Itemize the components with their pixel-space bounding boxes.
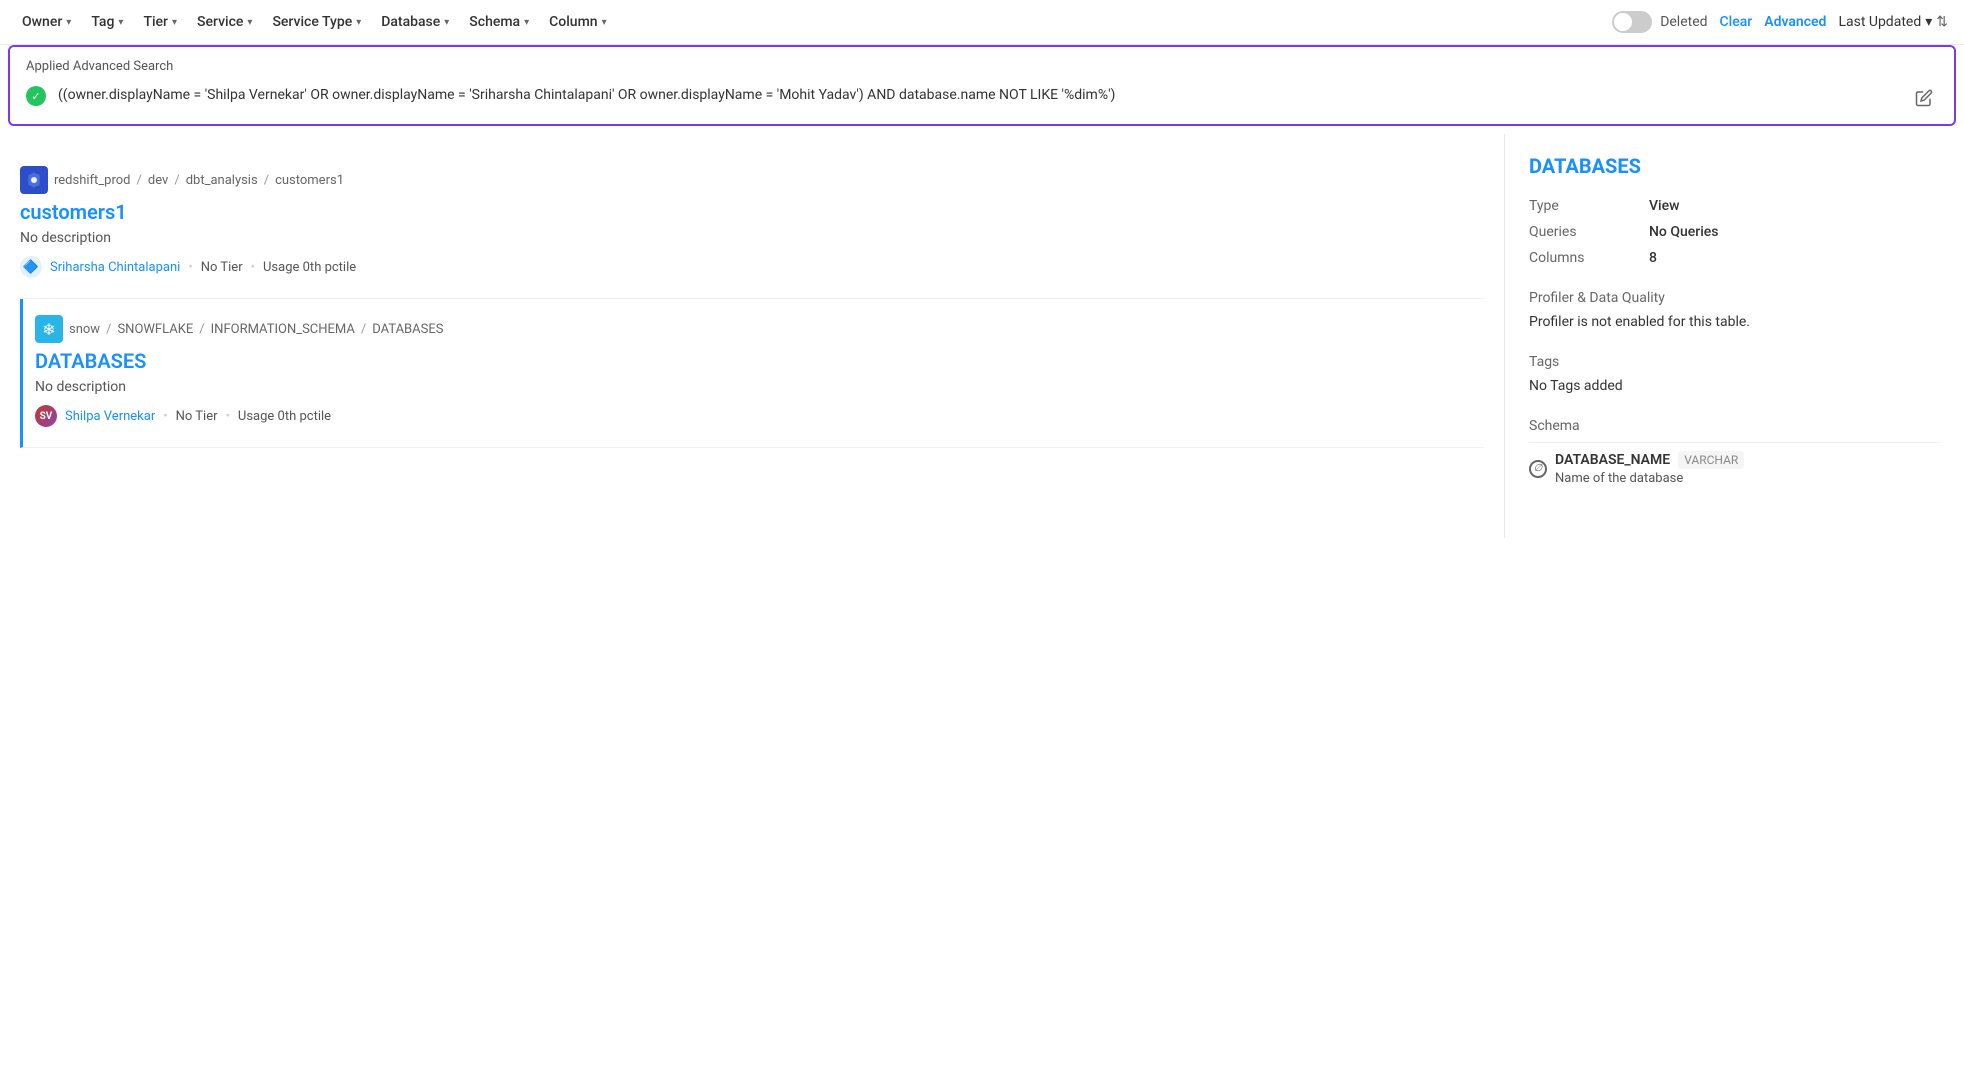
chevron-down-icon: ▾ — [356, 17, 361, 28]
advanced-search-label: Applied Advanced Search — [26, 59, 1938, 74]
filter-owner[interactable]: Owner ▾ — [16, 10, 77, 34]
result-card: redshift_prod / dev / dbt_analysis / cus… — [20, 150, 1484, 299]
panel-row-columns: Columns 8 — [1529, 250, 1940, 266]
panel-details-section: Type View Queries No Queries Columns 8 — [1529, 198, 1940, 266]
check-icon: ✓ — [26, 86, 46, 106]
right-panel: DATABASES Type View Queries No Queries C… — [1504, 134, 1964, 538]
edit-icon[interactable] — [1910, 84, 1938, 112]
result-title[interactable]: DATABASES — [35, 349, 1484, 373]
breadcrumb-table: customers1 — [275, 173, 344, 188]
chevron-down-icon: ▾ — [1925, 14, 1932, 30]
advanced-search-box: Applied Advanced Search ✓ ((owner.displa… — [8, 45, 1956, 126]
deleted-toggle[interactable] — [1612, 11, 1652, 33]
sort-icon: ⇅ — [1936, 14, 1948, 30]
filter-database[interactable]: Database ▾ — [375, 10, 455, 34]
tier-label: No Tier — [201, 260, 243, 275]
filter-service-type[interactable]: Service Type ▾ — [266, 10, 367, 34]
chevron-down-icon: ▾ — [66, 17, 71, 28]
breadcrumb-schema: INFORMATION_SCHEMA — [211, 322, 355, 337]
right-controls: Deleted Clear Advanced Last Updated ▾ ⇅ — [1612, 11, 1948, 33]
clear-button[interactable]: Clear — [1720, 14, 1753, 30]
columns-key: Columns — [1529, 250, 1649, 266]
breadcrumb-schema: dbt_analysis — [186, 173, 258, 188]
profiler-section: Profiler & Data Quality Profiler is not … — [1529, 290, 1940, 330]
usage-label: Usage 0th pctile — [263, 260, 356, 275]
filter-column[interactable]: Column ▾ — [543, 10, 612, 34]
col-type: VARCHAR — [1678, 451, 1744, 469]
type-value: View — [1649, 198, 1680, 214]
filter-service[interactable]: Service ▾ — [191, 10, 258, 34]
advanced-search-content: ✓ ((owner.displayName = 'Shilpa Vernekar… — [26, 84, 1938, 112]
chevron-down-icon: ▾ — [524, 17, 529, 28]
main-content: redshift_prod / dev / dbt_analysis / cus… — [0, 134, 1964, 538]
result-card: ❄ snow / SNOWFLAKE / INFORMATION_SCHEMA … — [20, 299, 1484, 448]
results-list: redshift_prod / dev / dbt_analysis / cus… — [0, 134, 1504, 538]
result-description: No description — [35, 379, 1484, 395]
breadcrumb-database: SNOWFLAKE — [117, 322, 193, 337]
snowflake-icon: ❄ — [35, 315, 63, 343]
tags-text: No Tags added — [1529, 378, 1940, 394]
null-icon: ∅ — [1529, 460, 1547, 478]
owner-avatar: SV — [35, 405, 57, 427]
deleted-label: Deleted — [1660, 14, 1707, 30]
panel-row-type: Type View — [1529, 198, 1940, 214]
breadcrumb-service: snow — [69, 322, 100, 337]
last-updated-label: Last Updated — [1838, 14, 1921, 30]
filter-bar: Owner ▾ Tag ▾ Tier ▾ Service ▾ Service T… — [0, 0, 1964, 45]
result-meta: SV Shilpa Vernekar • No Tier • Usage 0th… — [35, 405, 1484, 427]
owner-avatar: 🔷 — [20, 256, 42, 278]
queries-key: Queries — [1529, 224, 1649, 240]
column-info: DATABASE_NAME VARCHAR Name of the databa… — [1555, 451, 1744, 486]
breadcrumb: ❄ snow / SNOWFLAKE / INFORMATION_SCHEMA … — [35, 315, 1484, 343]
result-title[interactable]: customers1 — [20, 200, 1484, 224]
result-description: No description — [20, 230, 1484, 246]
col-desc: Name of the database — [1555, 471, 1744, 486]
schema-title: Schema — [1529, 418, 1940, 434]
col-name: DATABASE_NAME — [1555, 452, 1670, 468]
columns-value: 8 — [1649, 250, 1657, 266]
owner-link[interactable]: Shilpa Vernekar — [65, 409, 155, 424]
queries-value: No Queries — [1649, 224, 1719, 240]
deleted-toggle-container: Deleted — [1612, 11, 1707, 33]
breadcrumb-table: DATABASES — [372, 322, 443, 337]
tags-title: Tags — [1529, 354, 1940, 370]
advanced-button[interactable]: Advanced — [1764, 14, 1826, 30]
query-text: ((owner.displayName = 'Shilpa Vernekar' … — [58, 84, 1898, 106]
profiler-title: Profiler & Data Quality — [1529, 290, 1940, 306]
breadcrumb-database: dev — [148, 173, 168, 188]
schema-section: Schema ∅ DATABASE_NAME VARCHAR Name of t… — [1529, 418, 1940, 494]
chevron-down-icon: ▾ — [118, 17, 123, 28]
redshift-icon — [20, 166, 48, 194]
panel-row-queries: Queries No Queries — [1529, 224, 1940, 240]
chevron-down-icon: ▾ — [444, 17, 449, 28]
filter-tier[interactable]: Tier ▾ — [137, 10, 183, 34]
chevron-down-icon: ▾ — [172, 17, 177, 28]
panel-title: DATABASES — [1529, 154, 1940, 178]
last-updated-button[interactable]: Last Updated ▾ ⇅ — [1838, 14, 1948, 30]
breadcrumb: redshift_prod / dev / dbt_analysis / cus… — [20, 166, 1484, 194]
tier-label: No Tier — [176, 409, 218, 424]
owner-link[interactable]: Sriharsha Chintalapani — [50, 260, 180, 275]
usage-label: Usage 0th pctile — [238, 409, 331, 424]
chevron-down-icon: ▾ — [247, 17, 252, 28]
filter-schema[interactable]: Schema ▾ — [463, 10, 535, 34]
breadcrumb-service: redshift_prod — [54, 173, 131, 188]
profiler-text: Profiler is not enabled for this table. — [1529, 314, 1940, 330]
filter-tag[interactable]: Tag ▾ — [85, 10, 129, 34]
chevron-down-icon: ▾ — [602, 17, 607, 28]
tags-section: Tags No Tags added — [1529, 354, 1940, 394]
schema-row: ∅ DATABASE_NAME VARCHAR Name of the data… — [1529, 442, 1940, 494]
result-meta: 🔷 Sriharsha Chintalapani • No Tier • Usa… — [20, 256, 1484, 278]
type-key: Type — [1529, 198, 1649, 214]
